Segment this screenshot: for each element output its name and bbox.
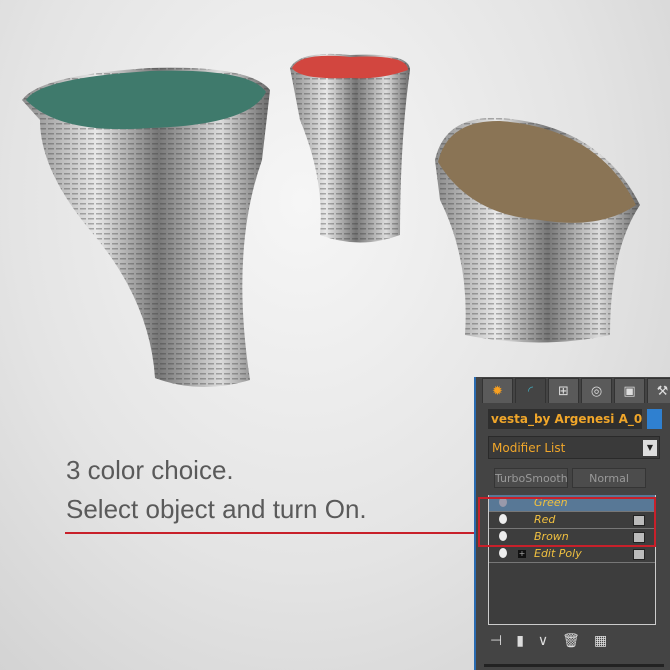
turbosmooth-button[interactable]: TurboSmooth [494, 468, 568, 488]
pin-stack-icon[interactable]: ⊣ [490, 633, 502, 649]
utilities-icon: ⚒ [656, 383, 669, 399]
normal-button[interactable]: Normal [572, 468, 646, 488]
create-icon: ✹ [492, 383, 503, 399]
remove-modifier-icon[interactable]: 🗑 [562, 633, 580, 649]
utilities-tab[interactable]: ⚒ [647, 378, 670, 403]
modifier-list-dropdown[interactable]: Modifier List ▼ [488, 436, 660, 459]
highlight-box [478, 497, 656, 547]
motion-tab[interactable]: ◎ [581, 378, 612, 403]
red-vase [290, 53, 410, 243]
object-name-field[interactable]: vesta_by Argenesi A_001 [488, 409, 642, 429]
green-vase [22, 67, 270, 388]
expand-icon[interactable]: + [518, 550, 526, 558]
show-end-result-icon[interactable]: ▮ [516, 633, 524, 649]
callout-line [65, 532, 479, 534]
modifier-list-label: Modifier List [492, 441, 566, 455]
display-tab[interactable]: ▣ [614, 378, 645, 403]
make-unique-icon[interactable]: ∨ [538, 633, 548, 649]
caption-line-2: Select object and turn On. [66, 494, 367, 524]
hierarchy-tab[interactable]: ⊞ [548, 378, 579, 403]
caption-line-1: 3 color choice. [66, 455, 234, 485]
create-tab[interactable]: ✹ [482, 378, 513, 403]
motion-icon: ◎ [590, 383, 603, 399]
chevron-down-icon[interactable]: ▼ [643, 440, 657, 456]
configure-sets-icon[interactable]: ▦ [594, 633, 607, 649]
brown-vase [435, 117, 640, 343]
display-icon: ▣ [623, 383, 636, 399]
modify-icon: ◜ [527, 383, 534, 399]
panel-divider [484, 664, 664, 667]
stack-item-edit-poly[interactable]: + Edit Poly [489, 546, 655, 563]
hierarchy-icon: ⊞ [558, 383, 569, 399]
object-color-swatch[interactable] [647, 409, 662, 429]
lightbulb-icon[interactable] [499, 548, 507, 558]
cube-icon [633, 549, 645, 560]
modify-tab[interactable]: ◜ [515, 378, 546, 403]
stack-item-label: Edit Poly [534, 547, 582, 560]
